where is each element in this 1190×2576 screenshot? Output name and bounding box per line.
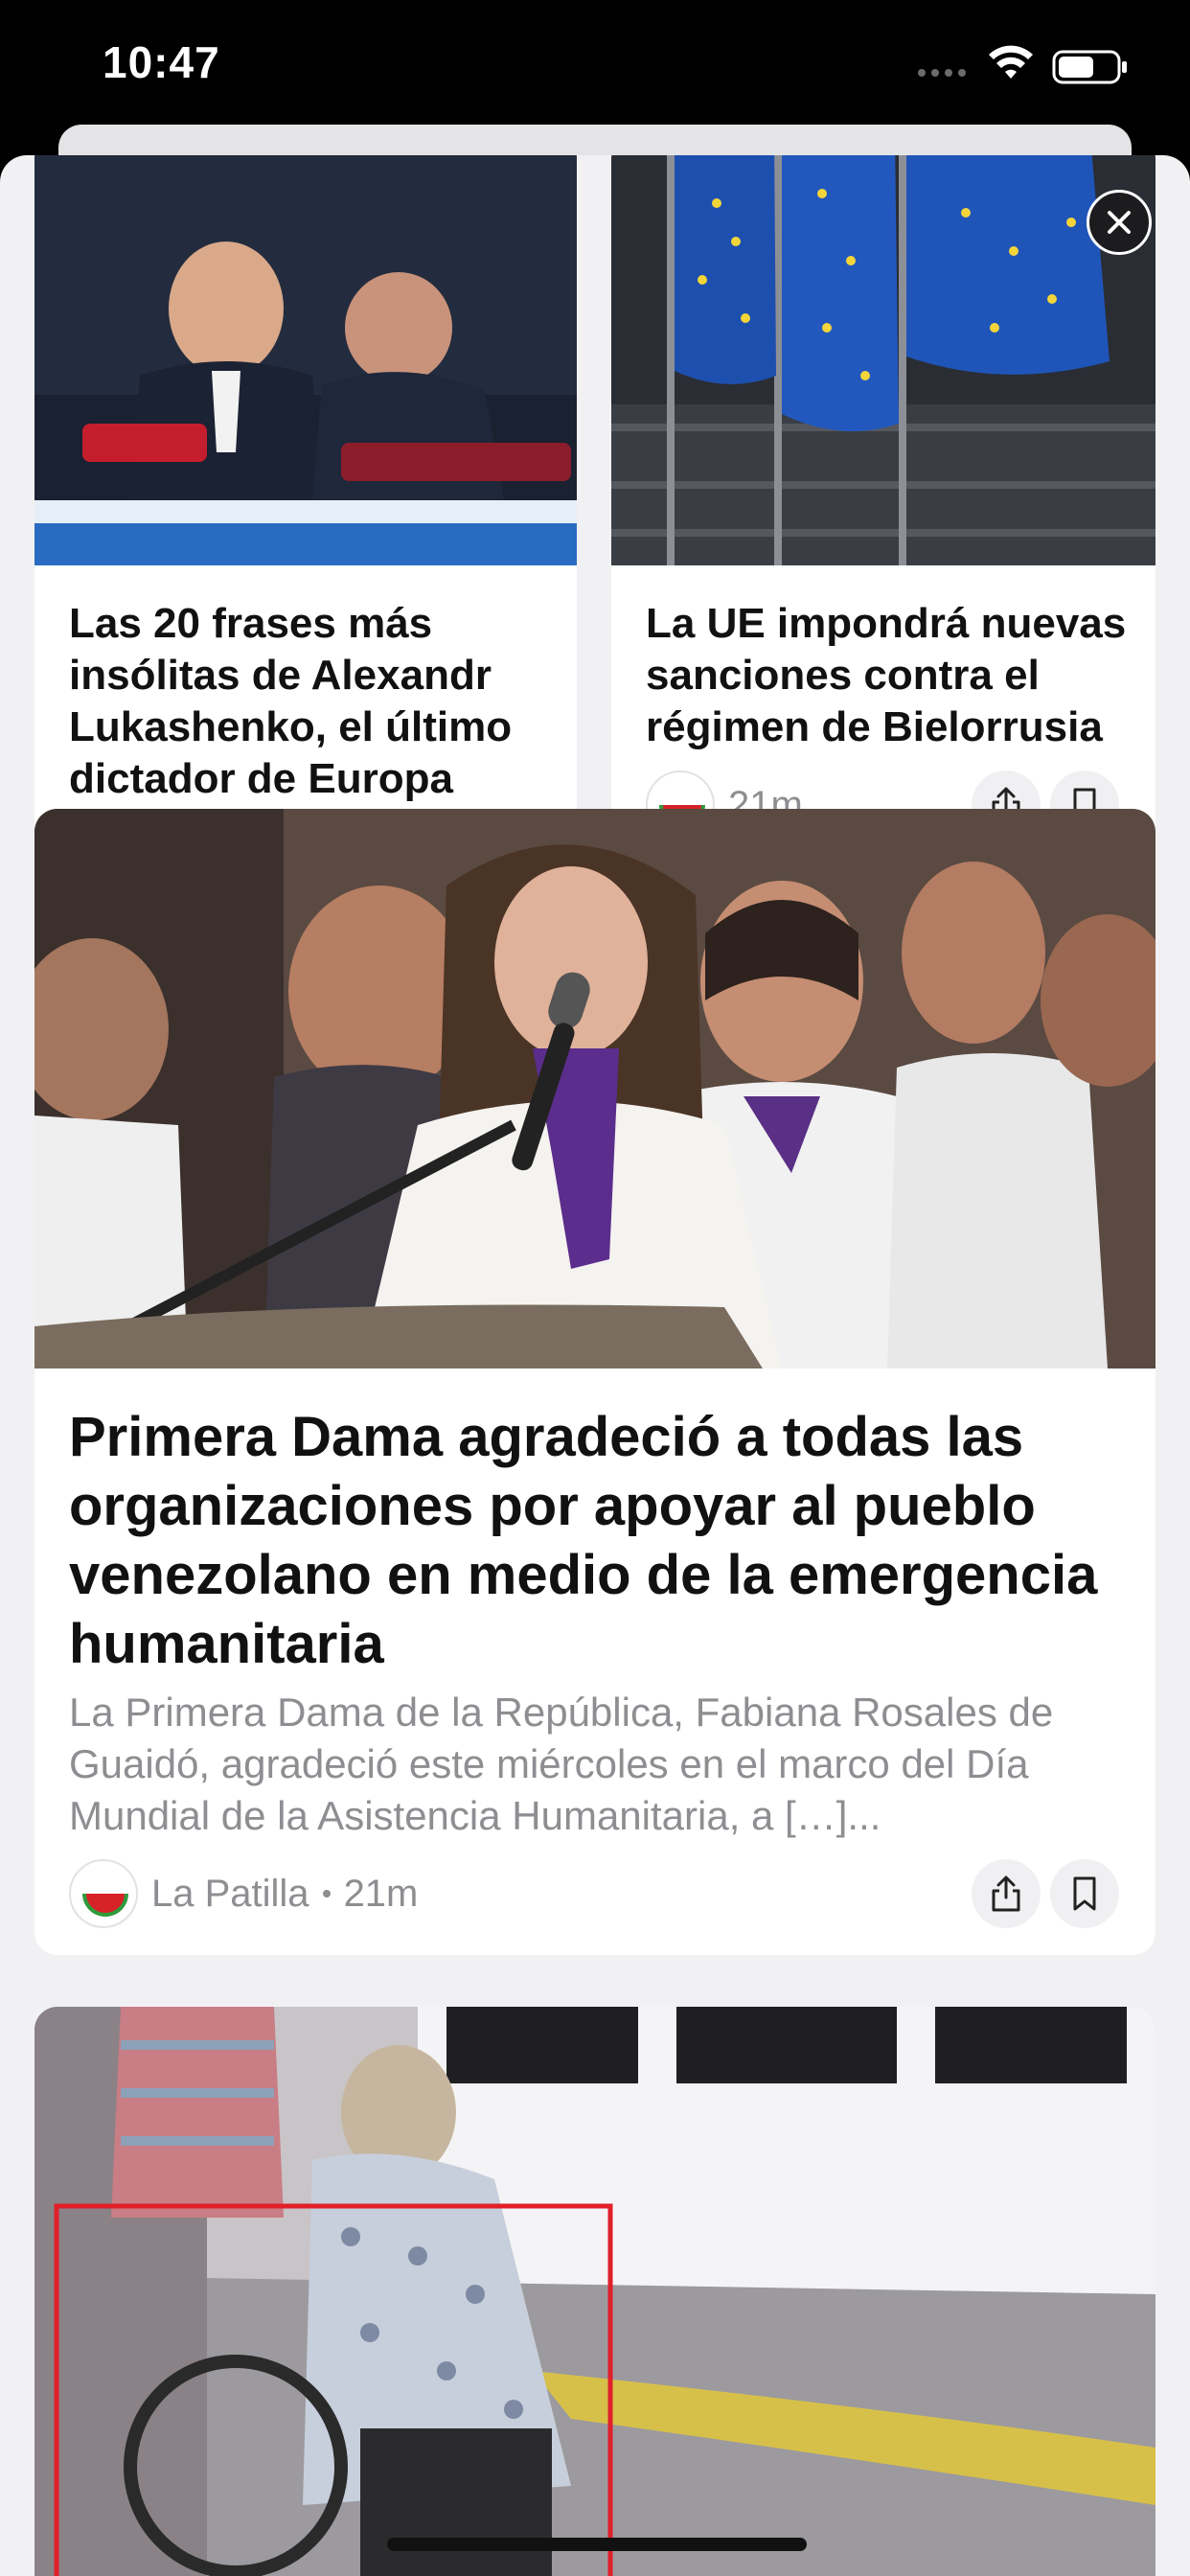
close-icon	[1108, 211, 1131, 234]
article-image	[34, 155, 577, 565]
article-summary: La Primera Dama de la República, Fabiana…	[69, 1690, 1054, 1838]
article-image	[34, 809, 1156, 1368]
news-feed-sheet[interactable]: Las 20 frases más insólitas de Alexandr …	[0, 155, 1190, 2576]
share-button[interactable]	[972, 1859, 1041, 1928]
cellular-signal-icon	[918, 69, 966, 77]
article-meta: La Patilla 21m	[69, 1859, 418, 1928]
status-time: 10:47	[103, 37, 220, 87]
article-card[interactable]	[34, 2007, 1156, 2576]
watermelon-logo-icon	[69, 1859, 138, 1928]
article-card[interactable]: La UE impondrá nuevas sanciones contra e…	[611, 155, 1156, 876]
article-time: 21m	[343, 1872, 419, 1915]
home-indicator[interactable]	[387, 2538, 807, 2551]
article-image	[34, 2007, 1156, 2576]
article-headline[interactable]: Las 20 frases más insólitas de Alexandr …	[69, 598, 548, 805]
separator-dot	[322, 1890, 331, 1898]
article-source[interactable]: La Patilla	[151, 1873, 309, 1916]
wifi-icon	[989, 45, 1033, 79]
bookmark-button[interactable]	[1050, 1859, 1119, 1928]
share-icon	[992, 1875, 1020, 1912]
article-card[interactable]: Primera Dama agradeció a todas las organ…	[34, 809, 1156, 1955]
status-bar: 10:47	[0, 0, 1190, 134]
close-button[interactable]	[1087, 190, 1152, 255]
article-headline[interactable]: La UE impondrá nuevas sanciones contra e…	[646, 598, 1134, 753]
bookmark-icon	[1073, 1876, 1096, 1911]
article-image	[611, 155, 1156, 565]
battery-icon	[1052, 50, 1127, 84]
article-headline[interactable]: Primera Dama agradeció a todas las organ…	[69, 1403, 1133, 1679]
